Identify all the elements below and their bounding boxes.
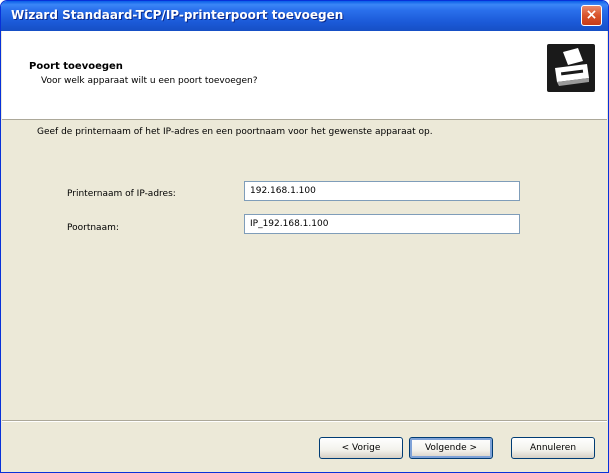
close-icon: × [585,7,598,23]
title-bar[interactable]: Wizard Standaard-TCP/IP-printerpoort toe… [1,1,608,31]
port-name-input[interactable] [244,214,520,234]
back-button[interactable]: < Vorige [319,437,403,459]
wizard-header: Poort toevoegen Voor welk apparaat wilt … [2,31,607,120]
port-name-label: Poortnaam: [67,223,119,233]
next-button[interactable]: Volgende > [409,437,493,459]
close-button[interactable]: × [581,5,602,26]
header-title: Poort toevoegen [29,61,123,72]
printer-name-label: Printernaam of IP-adres: [67,189,176,199]
printer-name-input[interactable] [244,181,520,201]
wizard-window: Wizard Standaard-TCP/IP-printerpoort toe… [0,0,609,473]
footer-divider [2,420,607,422]
window-title: Wizard Standaard-TCP/IP-printerpoort toe… [11,8,344,22]
printer-icon [547,44,595,92]
header-subtitle: Voor welk apparaat wilt u een poort toev… [41,76,258,86]
instruction-text: Geef de printernaam of het IP-adres en e… [37,127,433,137]
cancel-button[interactable]: Annuleren [511,437,595,459]
